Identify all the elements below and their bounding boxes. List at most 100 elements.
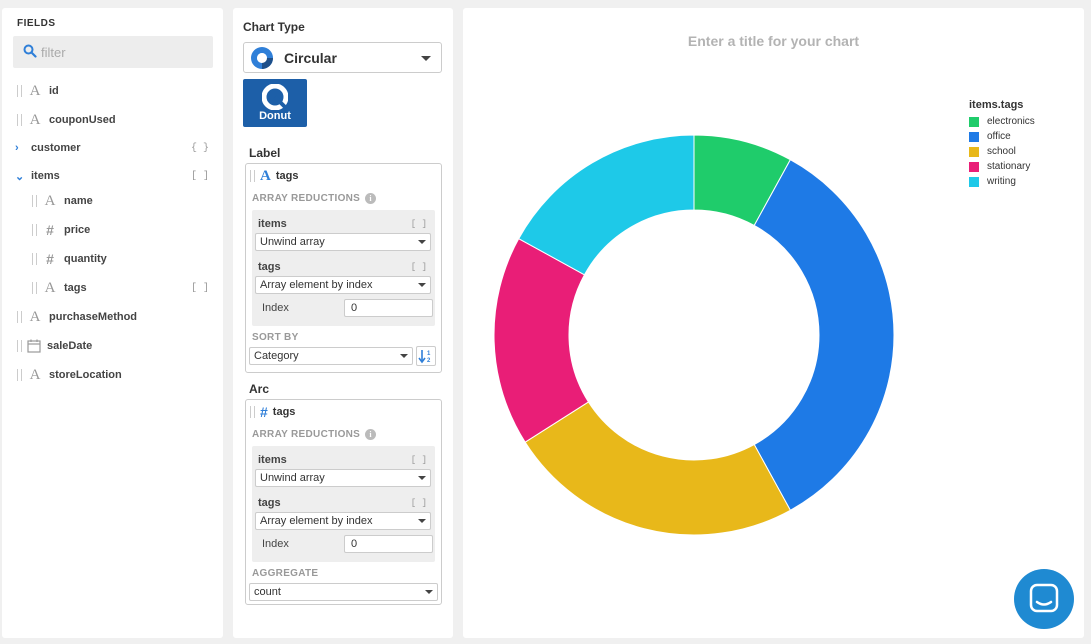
field-purchaseMethod[interactable]: A purchaseMethod <box>2 306 223 328</box>
aggregate-value: count <box>254 586 281 598</box>
chart-type-select[interactable]: Circular <box>243 42 442 73</box>
index-input[interactable]: 0 <box>344 535 433 553</box>
reduction-items-select[interactable]: Unwind array <box>255 469 431 487</box>
donut-slice-school[interactable] <box>524 401 792 536</box>
array-icon: [ ] <box>410 262 427 272</box>
encoding-panel: Chart Type Circular Donut Label A tags A… <box>233 8 453 638</box>
drag-handle-icon[interactable] <box>17 340 22 352</box>
fields-panel: FIELDS A id A couponUsed › customer { } … <box>2 8 223 638</box>
legend-item-electronics[interactable]: electronics <box>969 114 1035 129</box>
field-storeLocation[interactable]: A storeLocation <box>2 364 223 386</box>
legend-item-stationary[interactable]: stationary <box>969 159 1035 174</box>
chart-type-title: Chart Type <box>243 20 305 34</box>
array-reductions-heading: ARRAY REDUCTIONS i <box>252 429 377 440</box>
sort-direction-button[interactable]: 1 2 <box>416 346 436 366</box>
donut-label: Donut <box>259 110 291 122</box>
arc-field-name: tags <box>272 406 296 418</box>
chevron-right-icon[interactable]: › <box>15 142 25 154</box>
fields-header: FIELDS <box>17 18 56 29</box>
array-icon: [ ] <box>410 498 427 508</box>
drag-handle-icon[interactable] <box>17 369 22 381</box>
array-reductions-heading: ARRAY REDUCTIONS i <box>252 193 377 204</box>
field-customer[interactable]: › customer { } <box>2 137 223 159</box>
field-items-quantity[interactable]: # quantity <box>2 248 223 270</box>
info-icon[interactable]: i <box>365 193 377 204</box>
caret-down-icon <box>421 56 431 61</box>
drag-handle-icon[interactable] <box>17 311 22 323</box>
donut-subtype-button[interactable]: Donut <box>243 79 307 127</box>
reduction-tags-value: Array element by index <box>260 515 373 527</box>
drag-handle-icon[interactable] <box>32 282 37 294</box>
drag-handle-icon[interactable] <box>32 253 37 265</box>
array-reductions-box: items [ ] Unwind array tags [ ] Array el… <box>252 446 435 562</box>
drag-handle-icon[interactable] <box>17 85 22 97</box>
legend-swatch <box>969 131 979 142</box>
drag-handle-icon[interactable] <box>32 195 37 207</box>
sort-by-value: Category <box>254 350 299 362</box>
aggregate-select[interactable]: count <box>249 583 438 601</box>
array-reductions-box: items [ ] Unwind array tags [ ] Array el… <box>252 210 435 326</box>
arc-field-header[interactable]: # tags <box>246 400 295 424</box>
caret-down-icon <box>418 519 426 523</box>
field-label: price <box>64 224 91 236</box>
field-label: name <box>64 195 93 207</box>
array-icon: [ ] <box>410 455 427 465</box>
legend-item-school[interactable]: school <box>969 144 1035 159</box>
info-icon[interactable]: i <box>365 429 377 440</box>
sort-by-heading: SORT BY <box>252 332 299 343</box>
label-field-header[interactable]: A tags <box>246 164 298 188</box>
reduction-tags-select[interactable]: Array element by index <box>255 276 431 294</box>
field-couponUsed[interactable]: A couponUsed <box>2 109 223 131</box>
label-section-title: Label <box>249 146 281 160</box>
number-type-icon: # <box>46 251 54 267</box>
field-items[interactable]: ⌄ items [ ] <box>2 165 223 187</box>
field-id[interactable]: A id <box>2 80 223 102</box>
drag-handle-icon[interactable] <box>250 406 255 418</box>
index-input[interactable]: 0 <box>344 299 433 317</box>
field-label: saleDate <box>47 340 93 352</box>
legend-item-office[interactable]: office <box>969 129 1035 144</box>
svg-text:2: 2 <box>427 358 431 364</box>
index-label: Index <box>262 538 289 550</box>
index-label: Index <box>262 302 289 314</box>
arc-encoding-box[interactable]: # tags ARRAY REDUCTIONS i items [ ] Unwi… <box>245 399 442 605</box>
chat-button[interactable] <box>1014 569 1074 629</box>
legend-label: electronics <box>987 116 1035 127</box>
object-icon: { } <box>190 142 209 154</box>
aggregate-heading: AGGREGATE <box>252 568 319 579</box>
field-items-price[interactable]: # price <box>2 219 223 241</box>
string-type-icon: A <box>29 308 41 325</box>
string-type-icon: A <box>29 366 41 383</box>
caret-down-icon <box>418 476 426 480</box>
donut-icon <box>262 84 288 110</box>
array-icon: [ ] <box>190 282 209 294</box>
donut-slice-office[interactable] <box>753 159 895 511</box>
reduction-items-select[interactable]: Unwind array <box>255 233 431 251</box>
sort-ascending-icon: 1 2 <box>418 350 431 364</box>
legend-swatch <box>969 176 979 187</box>
caret-down-icon <box>418 240 426 244</box>
chevron-down-icon[interactable]: ⌄ <box>15 170 25 183</box>
field-items-name[interactable]: A name <box>2 190 223 212</box>
drag-handle-icon[interactable] <box>32 224 37 236</box>
filter-box[interactable] <box>13 36 213 68</box>
field-saleDate[interactable]: saleDate <box>2 335 223 357</box>
chart-type-value: Circular <box>284 49 337 66</box>
chart-panel: Enter a title for your chart items.tags … <box>463 8 1084 638</box>
drag-handle-icon[interactable] <box>17 114 22 126</box>
field-items-tags[interactable]: A tags [ ] <box>2 277 223 299</box>
label-encoding-box[interactable]: A tags ARRAY REDUCTIONS i items [ ] Unwi… <box>245 163 442 373</box>
legend-item-writing[interactable]: writing <box>969 174 1035 189</box>
legend-swatch <box>969 161 979 172</box>
legend-swatch <box>969 116 979 127</box>
caret-down-icon <box>425 590 433 594</box>
drag-handle-icon[interactable] <box>250 170 255 182</box>
array-reductions-label: ARRAY REDUCTIONS <box>252 193 361 204</box>
sort-by-select[interactable]: Category <box>249 347 413 365</box>
string-type-icon: A <box>29 111 41 128</box>
array-icon: [ ] <box>410 219 427 229</box>
calendar-icon <box>27 339 41 353</box>
reduction-tags-select[interactable]: Array element by index <box>255 512 431 530</box>
filter-input[interactable] <box>41 42 201 62</box>
circular-chart-icon <box>251 46 273 69</box>
